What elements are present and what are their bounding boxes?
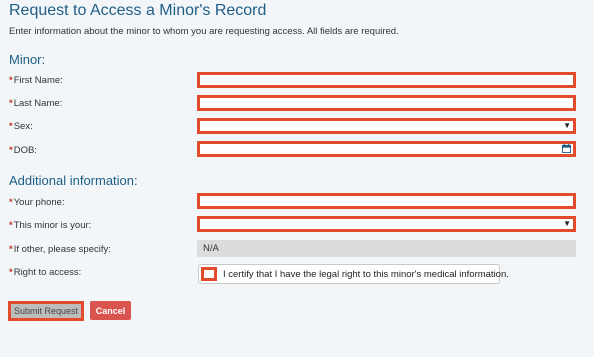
required-mark: * [9, 75, 13, 86]
relationship-label: *This minor is your: [9, 220, 92, 231]
required-mark: * [9, 267, 13, 278]
sex-select[interactable]: ▼ [197, 118, 576, 134]
other-specify-field: N/A [197, 240, 576, 257]
form-panel: Request to Access a Minor's Record Enter… [0, 0, 594, 357]
submit-request-button[interactable]: Submit Request [8, 301, 84, 321]
dob-label: *DOB: [9, 145, 37, 156]
first-name-label: *First Name: [9, 75, 63, 86]
your-phone-label: *Your phone: [9, 197, 65, 208]
your-phone-input[interactable] [200, 196, 573, 206]
right-to-access-label: *Right to access: [9, 267, 82, 278]
certify-text: I certify that I have the legal right to… [223, 269, 509, 280]
dob-field[interactable] [197, 141, 576, 157]
required-mark: * [9, 98, 13, 109]
scroll-edge [594, 0, 600, 357]
relationship-select[interactable]: ▼ [197, 216, 576, 232]
last-name-label: *Last Name: [9, 98, 63, 109]
required-mark: * [9, 121, 13, 132]
certify-container: I certify that I have the legal right to… [198, 264, 509, 284]
section-title-minor: Minor: [9, 52, 46, 67]
last-name-input[interactable] [200, 98, 573, 108]
page-title: Request to Access a Minor's Record [9, 2, 267, 19]
intro-text: Enter information about the minor to who… [9, 26, 399, 37]
required-mark: * [9, 244, 13, 255]
dob-input[interactable] [200, 144, 573, 154]
certify-checkbox[interactable] [201, 267, 217, 281]
your-phone-field[interactable] [197, 193, 576, 209]
other-label: *If other, please specify: [9, 244, 111, 255]
cancel-button[interactable]: Cancel [90, 301, 131, 320]
last-name-field[interactable] [197, 95, 576, 111]
chevron-down-icon: ▼ [563, 121, 571, 130]
first-name-input[interactable] [200, 75, 573, 85]
required-mark: * [9, 220, 13, 231]
chevron-down-icon: ▼ [563, 219, 571, 228]
section-title-additional: Additional information: [9, 173, 138, 188]
required-mark: * [9, 197, 13, 208]
calendar-icon[interactable] [562, 144, 571, 153]
sex-label: *Sex: [9, 121, 33, 132]
first-name-field[interactable] [197, 72, 576, 88]
required-mark: * [9, 145, 13, 156]
